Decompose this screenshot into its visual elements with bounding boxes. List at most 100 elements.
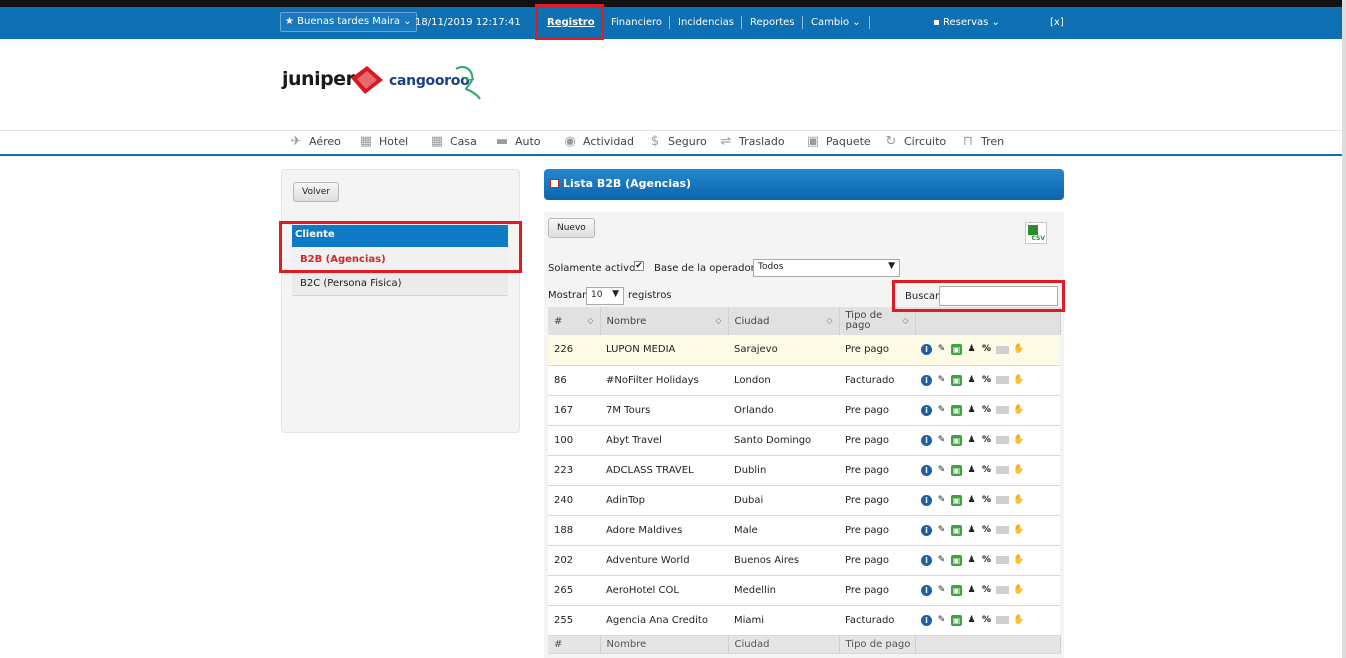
- info-icon[interactable]: i: [921, 524, 932, 536]
- sidebar-item-b2b[interactable]: B2B (Agencias): [292, 249, 508, 272]
- table-row[interactable]: 86 #NoFilter Holidays London Facturado i ✎ ▣ ♟%…: [548, 365, 1060, 396]
- info-icon[interactable]: i: [921, 404, 932, 416]
- percent-icon[interactable]: %: [981, 375, 992, 386]
- document-icon[interactable]: ▣: [951, 344, 962, 356]
- percent-icon[interactable]: %: [981, 615, 992, 626]
- payment-hand-icon[interactable]: ✋: [1013, 525, 1024, 536]
- payment-hand-icon[interactable]: ✋: [1013, 435, 1024, 446]
- credit-card-icon[interactable]: [996, 526, 1009, 534]
- document-icon[interactable]: ▣: [951, 464, 962, 476]
- column-header-name[interactable]: Nombre ◇: [600, 307, 729, 335]
- edit-pencil-icon[interactable]: ✎: [936, 525, 947, 536]
- user-icon[interactable]: ♟: [966, 435, 977, 446]
- payment-hand-icon[interactable]: ✋: [1013, 585, 1024, 596]
- service-hotel[interactable]: ▦ Hotel: [358, 134, 408, 149]
- document-icon[interactable]: ▣: [951, 434, 962, 446]
- user-icon[interactable]: ♟: [966, 405, 977, 416]
- percent-icon[interactable]: %: [981, 585, 992, 596]
- edit-pencil-icon[interactable]: ✎: [936, 555, 947, 566]
- credit-card-icon[interactable]: [996, 436, 1009, 444]
- payment-hand-icon[interactable]: ✋: [1013, 375, 1024, 386]
- credit-card-icon[interactable]: [996, 586, 1009, 594]
- percent-icon[interactable]: %: [981, 555, 992, 566]
- document-icon[interactable]: ▣: [951, 614, 962, 626]
- credit-card-icon[interactable]: [996, 616, 1009, 624]
- table-row[interactable]: 167 7M Tours Orlando Pre pago i ✎ ▣ ♟% ✋: [548, 395, 1060, 426]
- table-row[interactable]: 188 Adore Maldives Male Pre pago i ✎ ▣ ♟% ✋: [548, 515, 1060, 546]
- service-tren[interactable]: ⊓ Tren: [960, 134, 1004, 149]
- user-icon[interactable]: ♟: [966, 585, 977, 596]
- info-icon[interactable]: i: [921, 434, 932, 446]
- back-button[interactable]: Volver: [293, 182, 340, 202]
- payment-hand-icon[interactable]: ✋: [1013, 495, 1024, 506]
- scrollbar-track[interactable]: [1342, 0, 1346, 658]
- document-icon[interactable]: ▣: [951, 554, 962, 566]
- document-icon[interactable]: ▣: [951, 524, 962, 536]
- info-icon[interactable]: i: [921, 464, 932, 476]
- table-row[interactable]: 255 Agencia Ana Credito Miami Facturado i ✎ ▣ ♟…: [548, 605, 1060, 636]
- service-paquete[interactable]: ▣ Paquete: [805, 134, 871, 149]
- edit-pencil-icon[interactable]: ✎: [936, 585, 947, 596]
- info-icon[interactable]: i: [921, 374, 932, 386]
- document-icon[interactable]: ▣: [951, 494, 962, 506]
- credit-card-icon[interactable]: [996, 466, 1009, 474]
- csv-export-icon[interactable]: CSV: [1025, 222, 1047, 244]
- nav-incidencias[interactable]: Incidencias: [678, 17, 734, 28]
- document-icon[interactable]: ▣: [951, 374, 962, 386]
- info-icon[interactable]: i: [921, 584, 932, 596]
- info-icon[interactable]: i: [921, 614, 932, 626]
- column-header-city[interactable]: Ciudad ◇: [728, 307, 840, 335]
- user-icon[interactable]: ♟: [966, 555, 977, 566]
- table-row[interactable]: 202 Adventure World Buenos Aires Pre pago i ✎…: [548, 545, 1060, 576]
- operator-base-select[interactable]: Todos ▼: [753, 259, 900, 277]
- service-traslado[interactable]: ⇌ Traslado: [718, 134, 785, 149]
- payment-hand-icon[interactable]: ✋: [1013, 344, 1024, 355]
- nav-reservas[interactable]: ▪ Reservas ⌄: [933, 17, 1000, 28]
- payment-hand-icon[interactable]: ✋: [1013, 405, 1024, 416]
- user-icon[interactable]: ♟: [966, 525, 977, 536]
- column-header-id[interactable]: # ◇: [548, 307, 601, 335]
- percent-icon[interactable]: %: [981, 435, 992, 446]
- nav-cambio[interactable]: Cambio ⌄: [811, 17, 861, 28]
- edit-pencil-icon[interactable]: ✎: [936, 435, 947, 446]
- table-row[interactable]: 100 Abyt Travel Santo Domingo Pre pago i ✎ ▣ ♟%…: [548, 425, 1060, 456]
- percent-icon[interactable]: %: [981, 495, 992, 506]
- edit-pencil-icon[interactable]: ✎: [936, 375, 947, 386]
- credit-card-icon[interactable]: [996, 556, 1009, 564]
- user-icon[interactable]: ♟: [966, 344, 977, 355]
- search-input[interactable]: [939, 286, 1058, 306]
- document-icon[interactable]: ▣: [951, 404, 962, 416]
- service-circuito[interactable]: ↻ Circuito: [883, 134, 947, 149]
- credit-card-icon[interactable]: [996, 496, 1009, 504]
- payment-hand-icon[interactable]: ✋: [1013, 615, 1024, 626]
- new-button[interactable]: Nuevo: [548, 218, 595, 238]
- user-icon[interactable]: ♟: [966, 465, 977, 476]
- user-icon[interactable]: ♟: [966, 375, 977, 386]
- document-icon[interactable]: ▣: [951, 584, 962, 596]
- user-icon[interactable]: ♟: [966, 495, 977, 506]
- info-icon[interactable]: i: [921, 554, 932, 566]
- percent-icon[interactable]: %: [981, 525, 992, 536]
- table-row[interactable]: 226 LUPON MEDIA Sarajevo Pre pago i ✎ ▣ ♟% ✋: [548, 335, 1060, 366]
- credit-card-icon[interactable]: [996, 406, 1009, 414]
- edit-pencil-icon[interactable]: ✎: [936, 495, 947, 506]
- service-casa[interactable]: ▦ Casa: [429, 134, 477, 149]
- service-aereo[interactable]: ✈ Aéreo: [288, 134, 341, 149]
- edit-pencil-icon[interactable]: ✎: [936, 615, 947, 626]
- credit-card-icon[interactable]: [996, 345, 1009, 354]
- payment-hand-icon[interactable]: ✋: [1013, 465, 1024, 476]
- edit-pencil-icon[interactable]: ✎: [936, 344, 947, 355]
- percent-icon[interactable]: %: [981, 465, 992, 476]
- column-header-payment[interactable]: Tipo de pago ◇: [839, 307, 916, 335]
- sidebar-item-b2c[interactable]: B2C (Persona Fisica): [292, 273, 508, 296]
- only-active-checkbox[interactable]: ✔: [634, 261, 644, 271]
- info-icon[interactable]: i: [921, 494, 932, 506]
- user-icon[interactable]: ♟: [966, 615, 977, 626]
- credit-card-icon[interactable]: [996, 376, 1009, 384]
- table-row[interactable]: 223 ADCLASS TRAVEL Dublin Pre pago i ✎ ▣ ♟% ✋: [548, 455, 1060, 486]
- greeting-dropdown[interactable]: ★ Buenas tardes Maira ⌄: [280, 12, 417, 32]
- edit-pencil-icon[interactable]: ✎: [936, 465, 947, 476]
- payment-hand-icon[interactable]: ✋: [1013, 555, 1024, 566]
- table-row[interactable]: 265 AeroHotel COL Medellin Pre pago i ✎ ▣ ♟% ✋: [548, 575, 1060, 606]
- service-auto[interactable]: ▬ Auto: [494, 134, 541, 149]
